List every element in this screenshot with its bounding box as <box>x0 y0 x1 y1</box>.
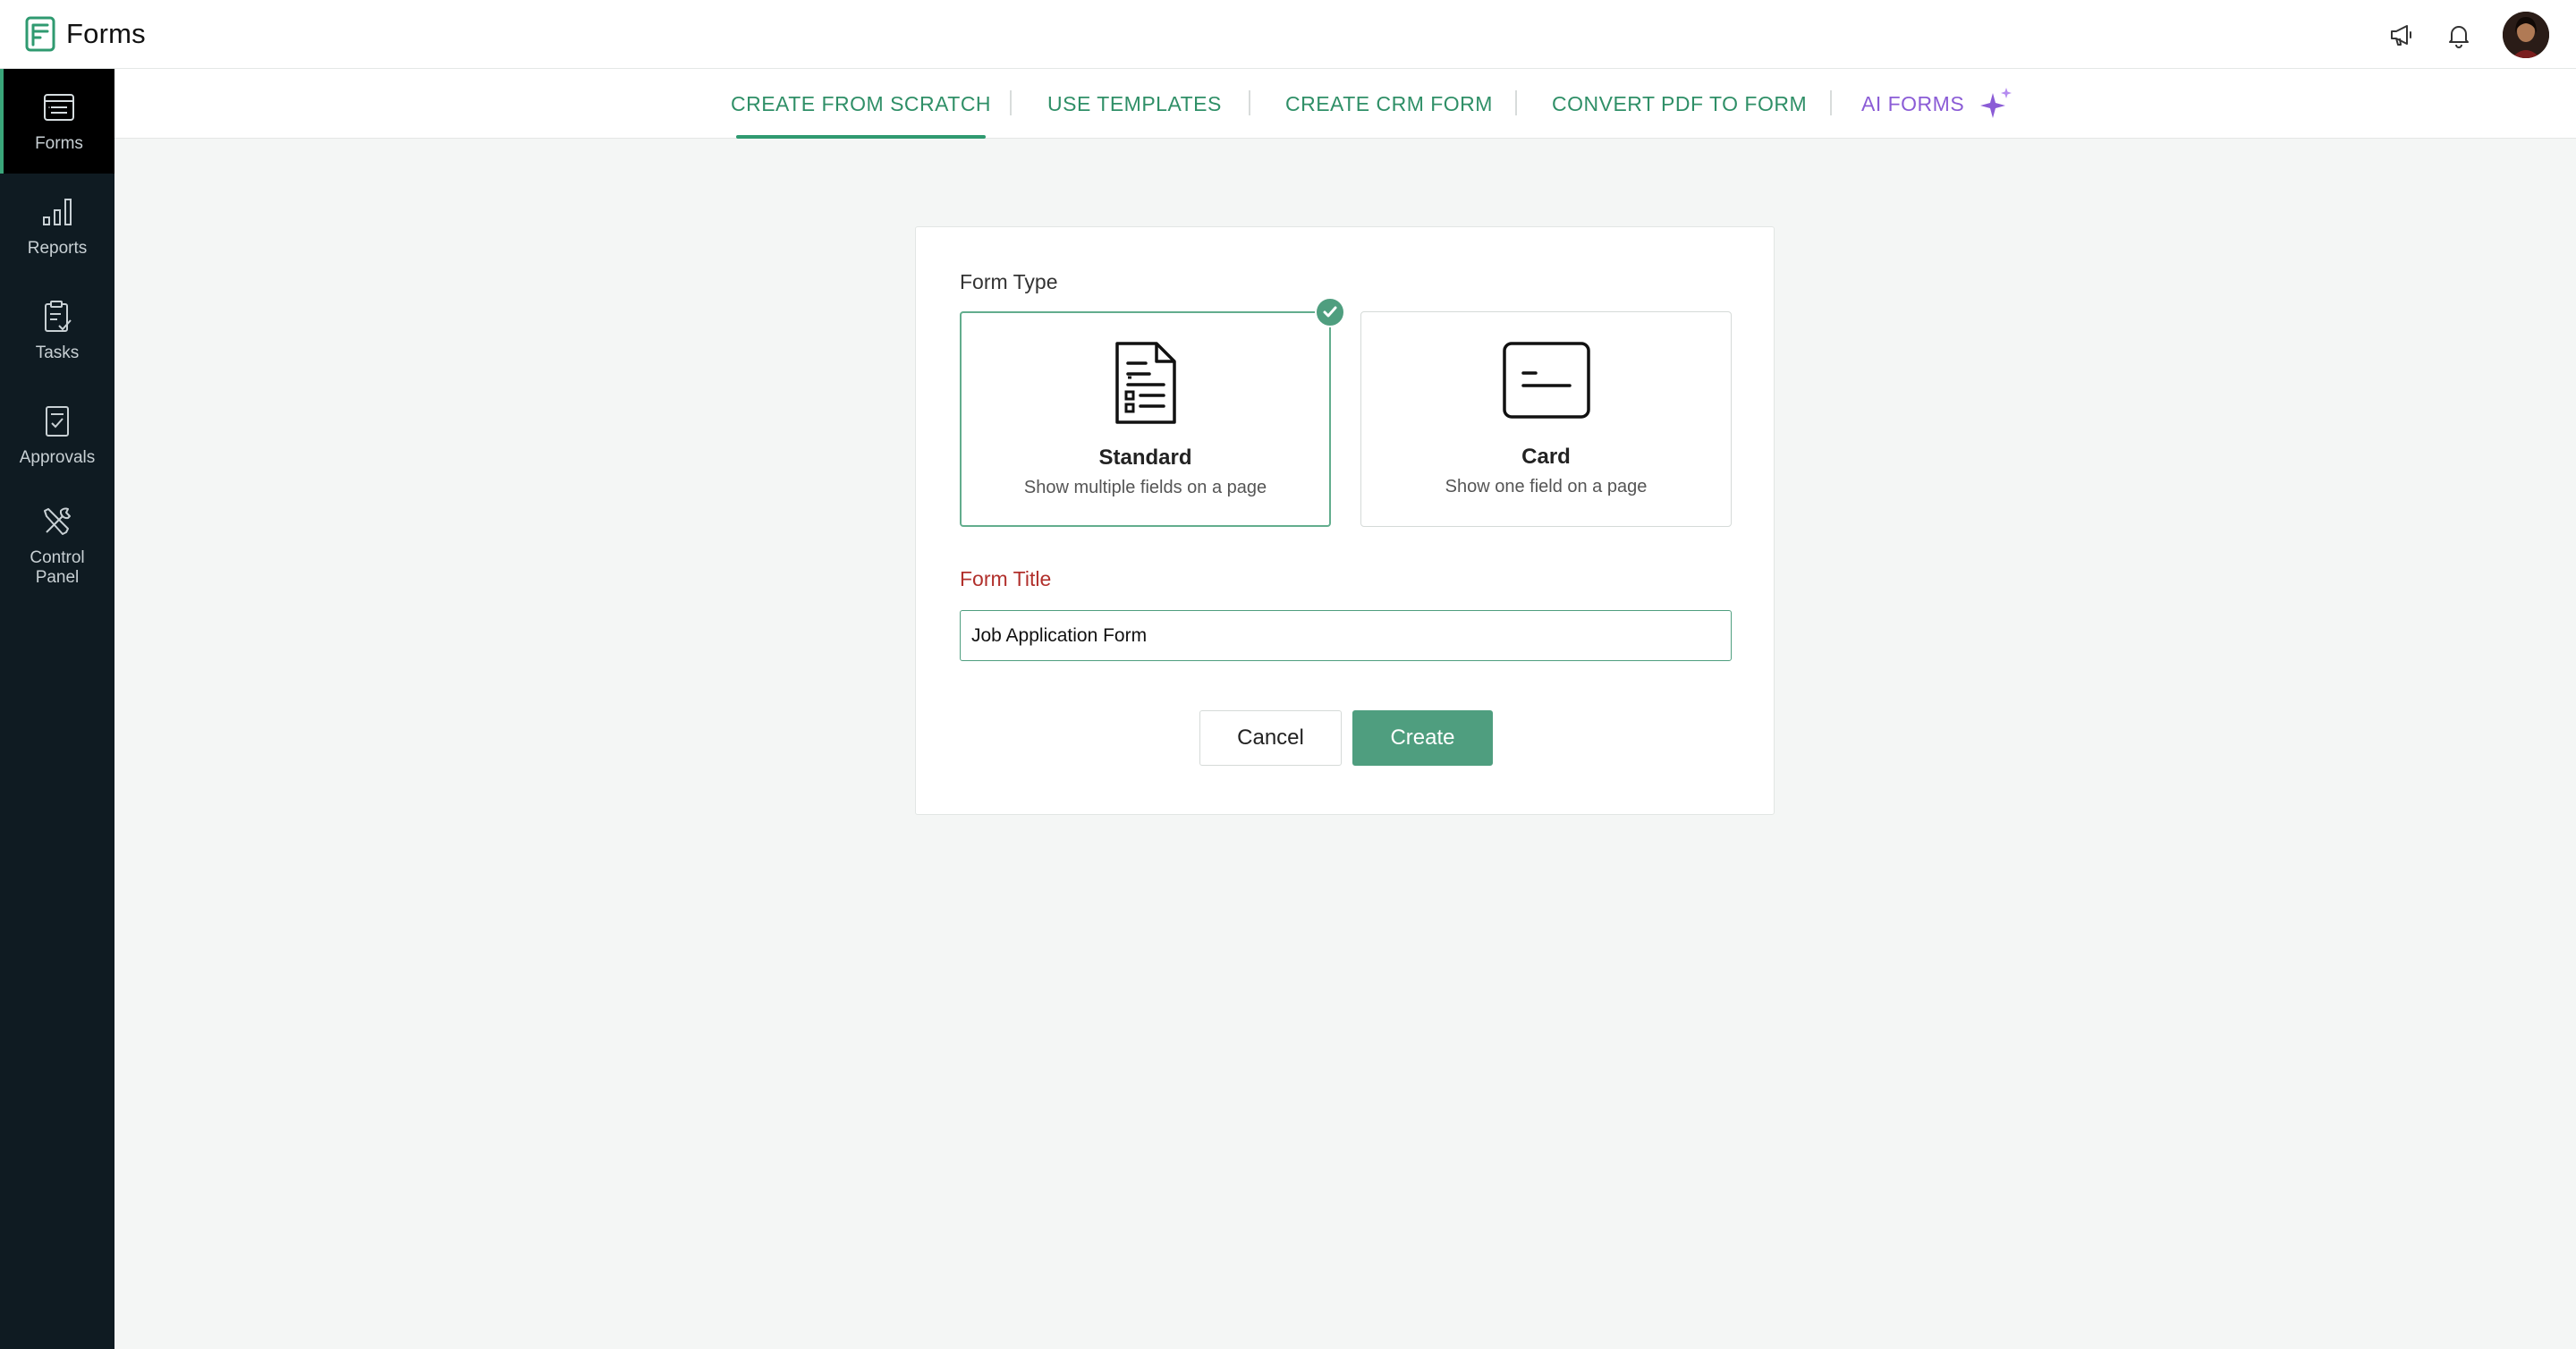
forms-icon <box>44 93 74 121</box>
tab-label: AI FORMS <box>1861 91 1965 115</box>
standard-subtitle: Show multiple fields on a page <box>1023 478 1267 497</box>
clipboard-check-icon <box>45 300 72 332</box>
form-type-label: Form Type <box>960 270 1058 293</box>
tab-use-templates[interactable]: USE TEMPLATES <box>1047 69 1222 139</box>
notification-bell-icon[interactable] <box>2445 21 2472 48</box>
bar-chart-icon <box>43 198 72 225</box>
standard-form-icon <box>1114 342 1176 424</box>
cancel-button[interactable]: Cancel <box>1199 710 1342 766</box>
card-title: Card <box>1521 445 1571 469</box>
sidebar-item-label: Tasks <box>35 343 80 362</box>
tab-label: CONVERT PDF TO FORM <box>1552 91 1808 115</box>
tab-divider <box>1010 90 1012 115</box>
sidebar-item-control-panel[interactable]: Control Panel <box>0 488 114 604</box>
forms-logo-icon <box>25 16 55 52</box>
sparkle-icon <box>1980 88 2012 118</box>
card-subtitle: Show one field on a page <box>1445 477 1648 496</box>
user-avatar[interactable] <box>2503 11 2549 58</box>
form-title-input[interactable] <box>960 610 1732 661</box>
tab-divider <box>1830 90 1832 115</box>
tab-divider <box>1249 90 1250 115</box>
app-name: Forms <box>66 18 146 49</box>
standard-title: Standard <box>1098 445 1192 470</box>
form-title-label: Form Title <box>960 567 1052 590</box>
tools-icon <box>44 507 71 535</box>
tab-create-from-scratch[interactable]: CREATE FROM SCRATCH <box>731 69 991 139</box>
tab-divider <box>1515 90 1517 115</box>
sidebar-item-label: Approvals <box>19 447 96 467</box>
document-check-icon <box>46 405 69 437</box>
tab-create-crm-form[interactable]: CREATE CRM FORM <box>1285 69 1493 139</box>
sidebar-item-forms[interactable]: Forms <box>0 69 114 174</box>
sidebar-item-reports[interactable]: Reports <box>0 174 114 278</box>
top-header: Forms <box>0 0 2576 69</box>
sidebar-item-label: Reports <box>27 238 88 258</box>
form-type-card-card[interactable]: Card Show one field on a page <box>1360 311 1732 527</box>
tab-label: CREATE FROM SCRATCH <box>731 91 992 115</box>
create-button[interactable]: Create <box>1352 710 1493 766</box>
sidebar-item-label: Forms <box>35 133 83 153</box>
card-form-icon <box>1502 342 1590 419</box>
tab-convert-pdf-to-form[interactable]: CONVERT PDF TO FORM <box>1552 69 1807 139</box>
sidebar-item-tasks[interactable]: Tasks <box>0 278 114 383</box>
sidebar-item-approvals[interactable]: Approvals <box>0 383 114 488</box>
form-type-standard-card[interactable]: Standard Show multiple fields on a page <box>960 297 1345 527</box>
tab-label: USE TEMPLATES <box>1047 91 1222 115</box>
tab-ai-forms[interactable]: AI FORMS <box>1861 69 2014 139</box>
sidebar-item-label: Control Panel <box>30 548 85 587</box>
tab-label: CREATE CRM FORM <box>1285 91 1493 115</box>
brand[interactable]: Forms <box>25 16 146 52</box>
selected-check-icon <box>1315 297 1345 327</box>
creation-tabs-bar: CREATE FROM SCRATCH USE TEMPLATES CREATE… <box>114 69 2576 139</box>
sidebar: Forms Reports Tasks Approvals Control Pa… <box>0 69 114 1349</box>
create-form-panel: Form Type Standard Show multiple fields … <box>915 226 1775 815</box>
announcement-icon[interactable] <box>2388 21 2415 48</box>
